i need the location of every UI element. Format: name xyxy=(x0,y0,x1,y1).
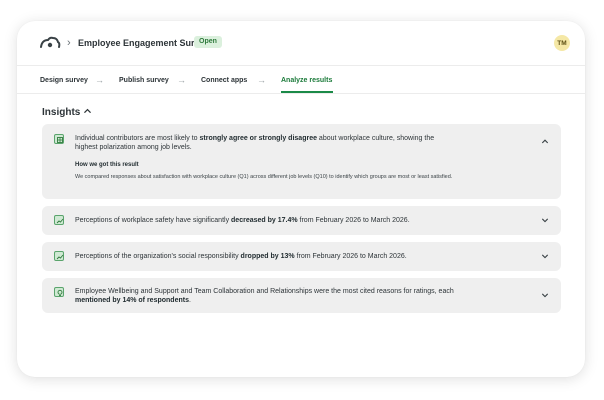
body-text: from February 2026 to March 2026. xyxy=(297,217,410,224)
detail-text: We compared responses about satisfaction… xyxy=(75,174,453,180)
top-bar: › Employee Engagement Survey Open TM xyxy=(17,21,585,66)
avatar[interactable]: TM xyxy=(554,35,570,51)
highlight-text: mentioned by 14% of respondents xyxy=(75,297,189,304)
highlight-text: dropped by 13% xyxy=(240,253,295,260)
arrow-right-icon: → xyxy=(257,75,266,85)
body-text: Individual contributors are most likely … xyxy=(75,135,200,142)
step-design-survey[interactable]: Design survey xyxy=(40,77,88,84)
app-window: › Employee Engagement Survey Open TM Des… xyxy=(17,21,585,377)
arrow-right-icon: → xyxy=(177,75,186,85)
highlight-text: strongly agree or strongly disagree xyxy=(199,135,317,142)
insight-text: Perceptions of the organization's social… xyxy=(75,252,515,261)
active-step-indicator xyxy=(281,91,333,93)
chevron-up-icon[interactable] xyxy=(541,137,549,145)
line-chart-icon xyxy=(54,215,64,225)
insight-text: Individual contributors are most likely … xyxy=(75,134,455,152)
line-chart-icon xyxy=(54,251,64,261)
chevron-down-icon[interactable] xyxy=(541,291,549,299)
body-text: Perceptions of workplace safety have sig… xyxy=(75,217,232,224)
insight-card-3[interactable]: Perceptions of the organization's social… xyxy=(42,242,561,271)
table-icon xyxy=(54,134,64,144)
survey-title[interactable]: Employee Engagement Survey xyxy=(78,38,210,48)
body-text: Perceptions of the organization's social… xyxy=(75,253,241,260)
insight-card-1[interactable]: Individual contributors are most likely … xyxy=(42,124,561,199)
step-connect-apps[interactable]: Connect apps xyxy=(201,77,247,84)
lightbulb-icon xyxy=(54,287,64,297)
chevron-down-icon[interactable] xyxy=(541,252,549,260)
step-publish-survey[interactable]: Publish survey xyxy=(119,77,169,84)
insight-card-2[interactable]: Perceptions of workplace safety have sig… xyxy=(42,206,561,235)
survey-steps-nav: Design survey → Publish survey → Connect… xyxy=(17,65,585,94)
chevron-down-icon[interactable] xyxy=(541,216,549,224)
arrow-right-icon: → xyxy=(95,75,104,85)
detail-title: How we got this result xyxy=(75,162,139,168)
insight-text: Perceptions of workplace safety have sig… xyxy=(75,216,515,225)
breadcrumb-chevron-icon: › xyxy=(67,37,71,49)
body-text: from February 2026 to March 2026. xyxy=(294,253,407,260)
step-analyze-results[interactable]: Analyze results xyxy=(281,77,332,84)
status-badge: Open xyxy=(194,36,222,48)
body-text: . xyxy=(188,297,191,304)
body-text: Employee Wellbeing and Support and Team … xyxy=(75,288,454,295)
highlight-text: decreased by 17.4% xyxy=(231,217,298,224)
chevron-up-icon[interactable] xyxy=(83,106,92,115)
insights-heading: Insights xyxy=(42,107,81,118)
insight-card-4[interactable]: Employee Wellbeing and Support and Team … xyxy=(42,278,561,313)
insight-text: Employee Wellbeing and Support and Team … xyxy=(75,287,455,305)
cloud-logo-icon[interactable] xyxy=(39,35,61,49)
